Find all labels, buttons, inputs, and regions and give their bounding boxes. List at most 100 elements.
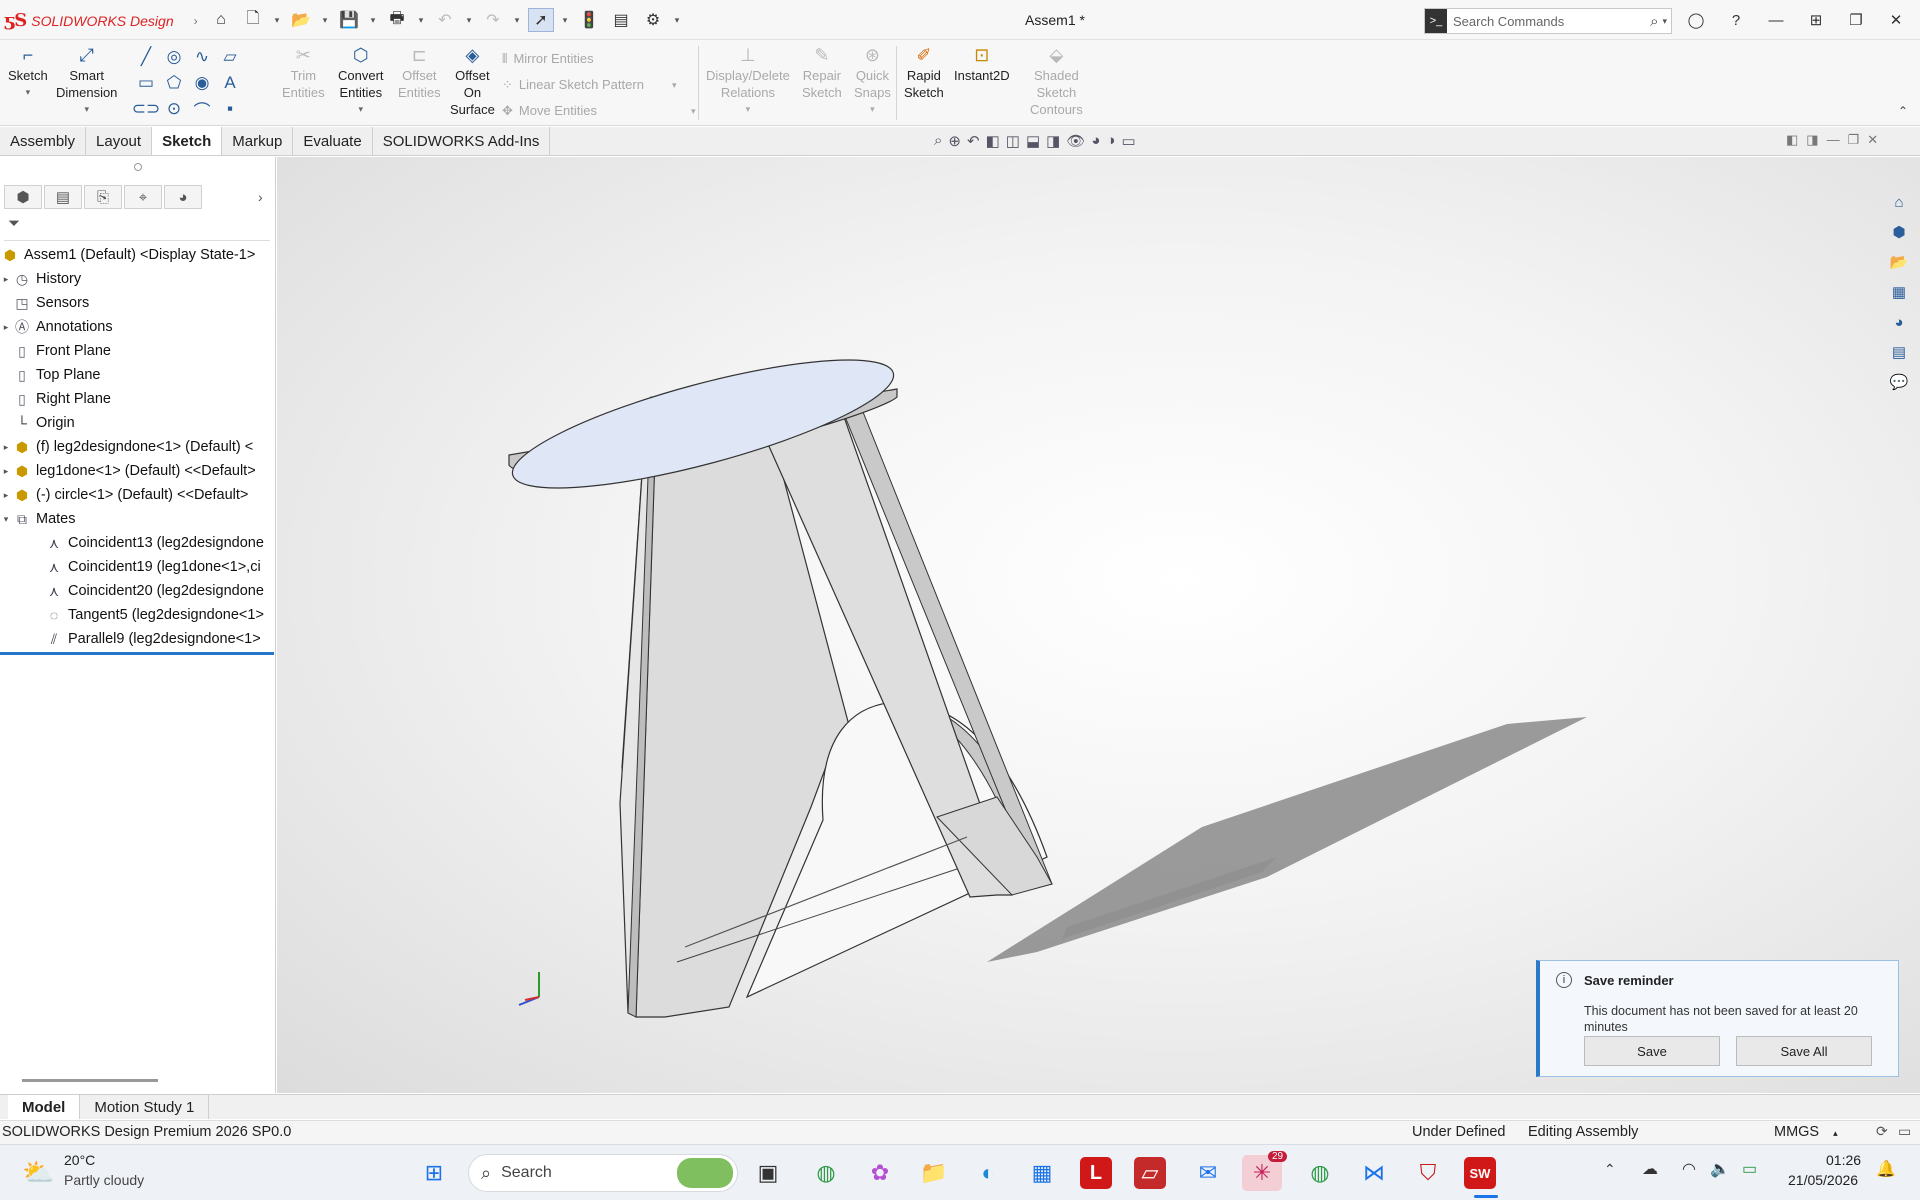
tree-item-mates[interactable]: ▾ ⧉ Mates	[0, 507, 276, 531]
solidworks-taskbar-icon[interactable]: SW	[1464, 1157, 1496, 1189]
custom-properties-icon[interactable]: ▤	[1886, 340, 1912, 364]
tree-item-component[interactable]: ▸ ⬢ (f) leg2designdone<1> (Default) <	[0, 435, 276, 459]
chevron-down-icon[interactable]: ▾	[870, 101, 875, 118]
appearances-icon[interactable]: ◕	[1886, 310, 1912, 334]
l-app-icon[interactable]: L	[1080, 1157, 1112, 1189]
zoom-to-fit-icon[interactable]: ⌕	[934, 132, 942, 150]
chrome-profile-icon[interactable]: ◍	[1300, 1155, 1340, 1191]
rollback-bar[interactable]	[0, 652, 274, 655]
wifi-icon[interactable]: ◠	[1682, 1159, 1696, 1179]
new-document-icon[interactable]: 🗋	[240, 8, 266, 32]
clock-date[interactable]: 21/05/2026	[1788, 1172, 1858, 1188]
minimize-icon[interactable]: —	[1756, 8, 1796, 32]
chevron-down-icon[interactable]: ▾	[26, 84, 31, 101]
search-commands-input[interactable]: >_ Search Commands ⌕ ▾	[1424, 8, 1672, 34]
taskbar-search-box[interactable]: ⌕ Search	[468, 1154, 738, 1192]
chevron-down-icon[interactable]: ▾	[368, 15, 378, 26]
expand-icon[interactable]: ▸	[0, 274, 12, 285]
collapse-icon[interactable]: ▾	[0, 514, 12, 525]
edge-icon[interactable]: ◐	[968, 1155, 1008, 1191]
user-account-icon[interactable]: ◯	[1676, 8, 1716, 32]
tree-item-mate[interactable]: ⫽ Parallel9 (leg2designdone<1>	[0, 627, 276, 651]
mirror-entities-button[interactable]: ⫴ Mirror Entities	[502, 46, 695, 72]
chevron-down-icon[interactable]: ▾	[1662, 16, 1667, 27]
expand-icon[interactable]: ▸	[0, 490, 12, 501]
tab-motion-study[interactable]: Motion Study 1	[80, 1095, 210, 1119]
expand-icon[interactable]: ▸	[0, 322, 12, 333]
chevron-down-icon[interactable]: ▾	[416, 15, 426, 26]
chevron-down-icon[interactable]: ▾	[746, 101, 751, 118]
chrome-icon[interactable]: ◍	[806, 1155, 846, 1191]
offset-entities-button[interactable]: ⊏ Offset Entities	[398, 44, 441, 101]
tree-item-component[interactable]: ▸ ⬢ (-) circle<1> (Default) <<Default>	[0, 483, 276, 507]
chevron-down-icon[interactable]: ▾	[359, 101, 364, 118]
store-icon[interactable]: ▦	[1022, 1155, 1062, 1191]
battery-icon[interactable]: ▭	[1742, 1159, 1757, 1179]
tree-item-mate[interactable]: ◌ Tangent5 (leg2designdone<1>	[0, 603, 276, 627]
zoom-to-area-icon[interactable]: ⊕	[948, 132, 961, 150]
tab-solidworks-add-ins[interactable]: SOLIDWORKS Add-Ins	[373, 127, 551, 155]
minimize-icon[interactable]: —	[1827, 132, 1840, 148]
trim-entities-button[interactable]: ✂ Trim Entities	[282, 44, 325, 101]
pdf-icon[interactable]: ▱	[1134, 1157, 1166, 1189]
view-orientation-icon[interactable]: ⬓	[1026, 132, 1040, 150]
plane-icon[interactable]: ▱	[216, 44, 244, 70]
tree-item-mate[interactable]: ⋏ Coincident19 (leg1done<1>,ci	[0, 555, 276, 579]
comments-icon[interactable]: ▭	[1898, 1123, 1911, 1140]
close-icon[interactable]: ✕	[1867, 132, 1878, 148]
chevron-down-icon[interactable]: ▾	[464, 15, 474, 26]
rectangle-icon[interactable]: ▭	[132, 70, 160, 96]
notification-bell-icon[interactable]: 🔔	[1876, 1159, 1896, 1179]
convert-entities-button[interactable]: ⬡ Convert Entities ▾	[338, 44, 384, 118]
tree-item-annotations[interactable]: ▸ Ⓐ Annotations	[0, 315, 276, 339]
property-manager-icon[interactable]: ▤	[44, 185, 82, 209]
line-icon[interactable]: ╱	[132, 44, 160, 70]
onedrive-icon[interactable]: ☁	[1642, 1159, 1658, 1179]
design-library-icon[interactable]: ⬢	[1886, 220, 1912, 244]
restore-icon[interactable]: ❐	[1836, 8, 1876, 32]
previous-view-icon[interactable]: ↶	[967, 132, 980, 150]
display-style-icon[interactable]: ◨	[1046, 132, 1060, 150]
weather-icon[interactable]: ⛅	[22, 1157, 54, 1188]
chevron-down-icon[interactable]: ▾	[512, 15, 522, 26]
ellipse-icon[interactable]: ◉	[188, 70, 216, 96]
view-palette-icon[interactable]: ▦	[1886, 280, 1912, 304]
copilot-icon[interactable]: ✿	[860, 1155, 900, 1191]
offset-on-surface-button[interactable]: ◈ Offset On Surface	[450, 44, 495, 118]
tree-item-sensors[interactable]: ◳ Sensors	[0, 291, 276, 315]
file-explorer-icon[interactable]: 📂	[1886, 250, 1912, 274]
sketch-button[interactable]: ⌐ Sketch ▾	[8, 44, 48, 101]
chevron-up-icon[interactable]: ⌃	[1604, 1161, 1616, 1178]
outlook-icon[interactable]: ✉	[1188, 1155, 1228, 1191]
select-pointer-icon[interactable]: ➚	[528, 8, 554, 32]
undo-icon[interactable]: ↶	[432, 8, 458, 32]
view-settings-icon[interactable]: ▭	[1121, 132, 1135, 150]
tree-filter[interactable]: ⏷	[4, 215, 270, 241]
file-explorer-icon[interactable]: 📁	[914, 1155, 954, 1191]
spline-icon[interactable]: ∿	[188, 44, 216, 70]
shaded-sketch-contours-button[interactable]: ⬙ Shaded Sketch Contours	[1030, 44, 1083, 118]
search-icon[interactable]: ⌕	[1650, 13, 1658, 30]
text-icon[interactable]: A	[216, 70, 244, 96]
tree-item-origin[interactable]: └ Origin	[0, 411, 276, 435]
chevron-down-icon[interactable]: ▾	[84, 101, 89, 118]
save-icon[interactable]: 💾	[336, 8, 362, 32]
volume-icon[interactable]: 🔈	[1710, 1159, 1730, 1179]
panel-handle[interactable]	[134, 163, 142, 171]
chevron-right-icon[interactable]: ›	[194, 14, 198, 28]
horizontal-scrollbar[interactable]	[22, 1079, 158, 1082]
home-icon[interactable]: ⌂	[208, 8, 234, 32]
small-point-icon[interactable]: ▪	[216, 96, 244, 122]
forum-icon[interactable]: 💬	[1886, 370, 1912, 394]
point-icon[interactable]: ⊙	[160, 96, 188, 122]
configuration-manager-icon[interactable]: ⎘	[84, 185, 122, 209]
tree-item-top-plane[interactable]: ▯ Top Plane	[0, 363, 276, 387]
tab-model[interactable]: Model	[8, 1095, 81, 1119]
circle-icon[interactable]: ◎	[160, 44, 188, 70]
tree-item-right-plane[interactable]: ▯ Right Plane	[0, 387, 276, 411]
split-right-icon[interactable]: ◨	[1806, 132, 1818, 148]
slot-icon[interactable]: ⊂⊃	[132, 96, 161, 122]
tree-item-front-plane[interactable]: ▯ Front Plane	[0, 339, 276, 363]
print-icon[interactable]: 🖶	[384, 8, 410, 32]
chevron-down-icon[interactable]: ▾	[320, 15, 330, 26]
